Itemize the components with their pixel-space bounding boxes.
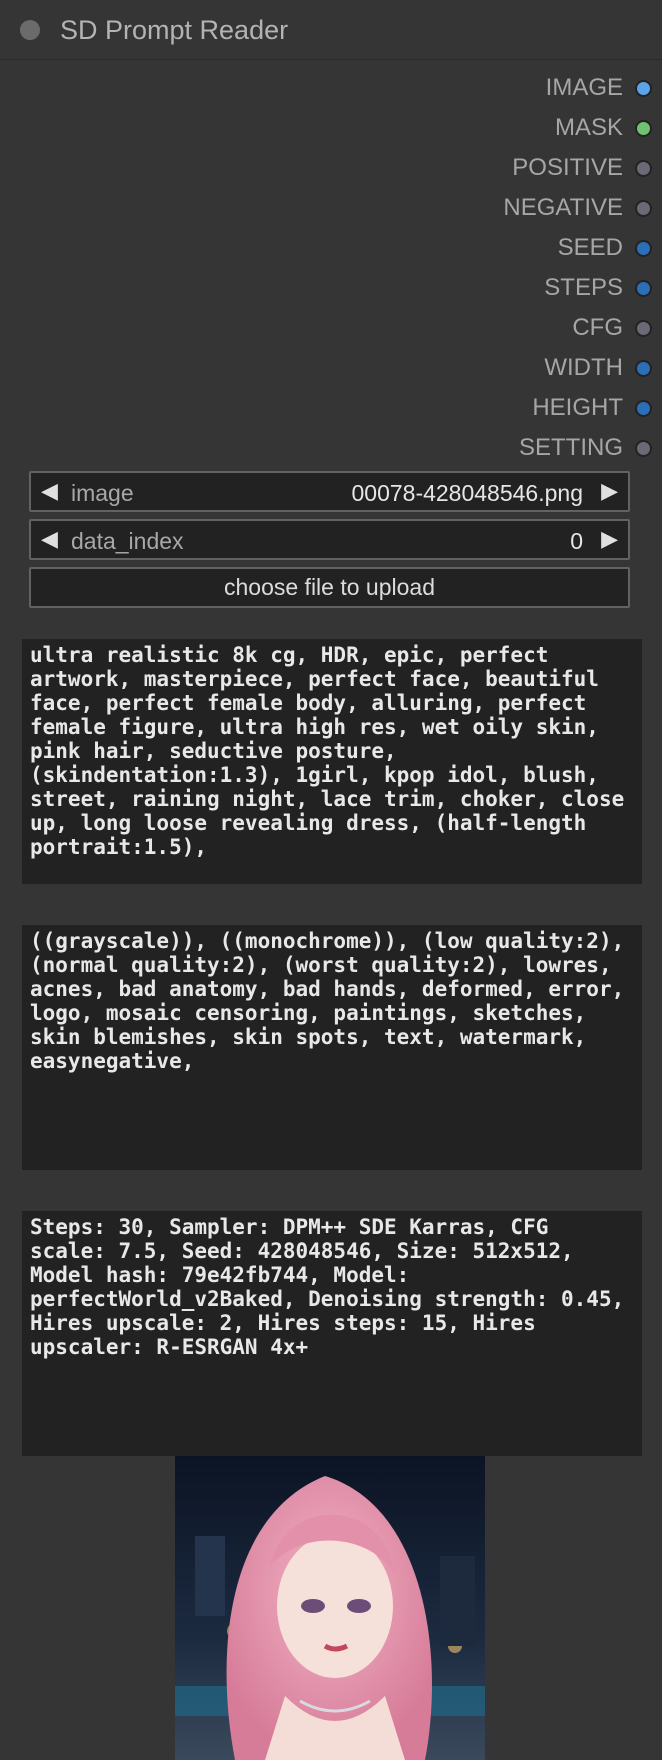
output-label: NEGATIVE bbox=[503, 194, 623, 221]
slot-dot-icon[interactable] bbox=[635, 119, 652, 137]
output-setting[interactable]: SETTING bbox=[519, 428, 652, 468]
negative-prompt-textarea[interactable]: ((grayscale)), ((monochrome)), (low qual… bbox=[22, 925, 642, 1170]
data-index-widget[interactable]: ◀ data_index 0 ▶ bbox=[29, 519, 630, 560]
increment-arrow-icon[interactable]: ▶ bbox=[601, 526, 618, 552]
setting-textarea[interactable]: Steps: 30, Sampler: DPM++ SDE Karras, CF… bbox=[22, 1211, 642, 1456]
output-label: CFG bbox=[572, 314, 623, 341]
slot-dot-icon[interactable] bbox=[635, 399, 652, 417]
node-title: SD Prompt Reader bbox=[60, 15, 289, 45]
image-preview bbox=[175, 1456, 485, 1760]
slot-dot-icon[interactable] bbox=[635, 199, 652, 217]
output-label: IMAGE bbox=[545, 74, 623, 101]
widget-value: 0 bbox=[570, 528, 583, 554]
output-height[interactable]: HEIGHT bbox=[532, 388, 652, 428]
decrement-arrow-icon[interactable]: ◀ bbox=[41, 478, 58, 504]
output-label: POSITIVE bbox=[512, 154, 623, 181]
slot-dot-icon[interactable] bbox=[635, 159, 652, 177]
increment-arrow-icon[interactable]: ▶ bbox=[601, 478, 618, 504]
slot-dot-icon[interactable] bbox=[635, 359, 652, 377]
widget-label: image bbox=[71, 480, 134, 506]
slot-dot-icon[interactable] bbox=[635, 319, 652, 337]
output-label: SEED bbox=[557, 234, 623, 261]
slot-dot-icon[interactable] bbox=[635, 79, 652, 97]
output-cfg[interactable]: CFG bbox=[572, 308, 652, 348]
output-negative[interactable]: NEGATIVE bbox=[503, 188, 652, 228]
slot-dot-icon[interactable] bbox=[635, 439, 652, 457]
output-positive[interactable]: POSITIVE bbox=[512, 148, 652, 188]
widget-value: 00078-428048546.png bbox=[351, 480, 583, 506]
positive-prompt-textarea[interactable]: ultra realistic 8k cg, HDR, epic, perfec… bbox=[22, 639, 642, 884]
decrement-arrow-icon[interactable]: ◀ bbox=[41, 526, 58, 552]
node-title-bar[interactable]: SD Prompt Reader bbox=[0, 0, 662, 60]
output-image[interactable]: IMAGE bbox=[546, 68, 652, 108]
image-combo-widget[interactable]: ◀ image 00078-428048546.png ▶ bbox=[29, 471, 630, 512]
output-label: SETTING bbox=[518, 434, 623, 461]
output-label: MASK bbox=[554, 114, 623, 141]
output-label: STEPS bbox=[544, 274, 623, 301]
output-mask[interactable]: MASK bbox=[555, 108, 652, 148]
output-label: WIDTH bbox=[544, 354, 623, 381]
output-label: HEIGHT bbox=[532, 394, 623, 421]
output-width[interactable]: WIDTH bbox=[544, 348, 652, 388]
collapse-dot-icon[interactable] bbox=[20, 20, 40, 40]
upload-button[interactable]: choose file to upload bbox=[29, 567, 630, 608]
slot-dot-icon[interactable] bbox=[635, 239, 652, 257]
output-seed[interactable]: SEED bbox=[558, 228, 652, 268]
portrait-preview-image bbox=[175, 1456, 485, 1760]
slot-dot-icon[interactable] bbox=[635, 279, 652, 297]
widget-label: data_index bbox=[71, 528, 184, 554]
output-steps[interactable]: STEPS bbox=[544, 268, 652, 308]
